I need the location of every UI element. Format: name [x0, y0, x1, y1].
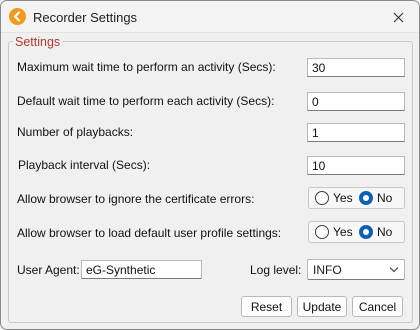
user-agent-input[interactable]	[81, 260, 202, 279]
load-profile-yes-label[interactable]: Yes	[333, 225, 353, 239]
default-wait-label: Default wait time to perform each activi…	[17, 94, 275, 108]
update-button[interactable]: Update	[297, 296, 347, 317]
ignore-cert-yes-label[interactable]: Yes	[333, 191, 353, 205]
load-profile-no-label[interactable]: No	[377, 225, 392, 239]
log-level-value: INFO	[313, 263, 342, 277]
interval-input[interactable]	[307, 156, 405, 175]
reset-button[interactable]: Reset	[241, 296, 292, 317]
load-profile-no-radio[interactable]	[359, 225, 373, 239]
load-profile-label: Allow browser to load default user profi…	[17, 226, 282, 240]
load-profile-radio-group: Yes No	[308, 221, 405, 243]
close-icon	[393, 12, 403, 22]
recorder-logo-icon	[9, 8, 26, 25]
max-wait-input[interactable]	[307, 58, 405, 77]
title-bar: Recorder Settings	[1, 1, 419, 33]
ignore-cert-yes-radio[interactable]	[315, 191, 329, 205]
log-level-select[interactable]: INFO	[307, 259, 405, 280]
interval-label: Playback interval (Secs):	[18, 158, 151, 172]
load-profile-yes-radio[interactable]	[315, 225, 329, 239]
ignore-cert-no-label[interactable]: No	[377, 191, 392, 205]
playbacks-label: Number of playbacks:	[17, 125, 134, 139]
chevron-down-icon	[389, 267, 399, 273]
ignore-cert-label: Allow browser to ignore the certificate …	[17, 192, 255, 206]
close-button[interactable]	[381, 5, 415, 29]
default-wait-input[interactable]	[307, 92, 405, 111]
log-level-label: Log level:	[250, 263, 302, 277]
ignore-cert-no-radio[interactable]	[359, 191, 373, 205]
settings-group	[8, 41, 413, 323]
playbacks-input[interactable]	[307, 123, 405, 142]
ignore-cert-radio-group: Yes No	[308, 187, 405, 209]
user-agent-label: User Agent:	[17, 263, 80, 277]
max-wait-label: Maximum wait time to perform an activity…	[17, 60, 276, 74]
window-title: Recorder Settings	[33, 10, 138, 25]
settings-group-title: Settings	[13, 35, 63, 49]
cancel-button[interactable]: Cancel	[352, 296, 403, 317]
recorder-settings-window: Recorder Settings Settings Maximum wait …	[0, 0, 420, 330]
